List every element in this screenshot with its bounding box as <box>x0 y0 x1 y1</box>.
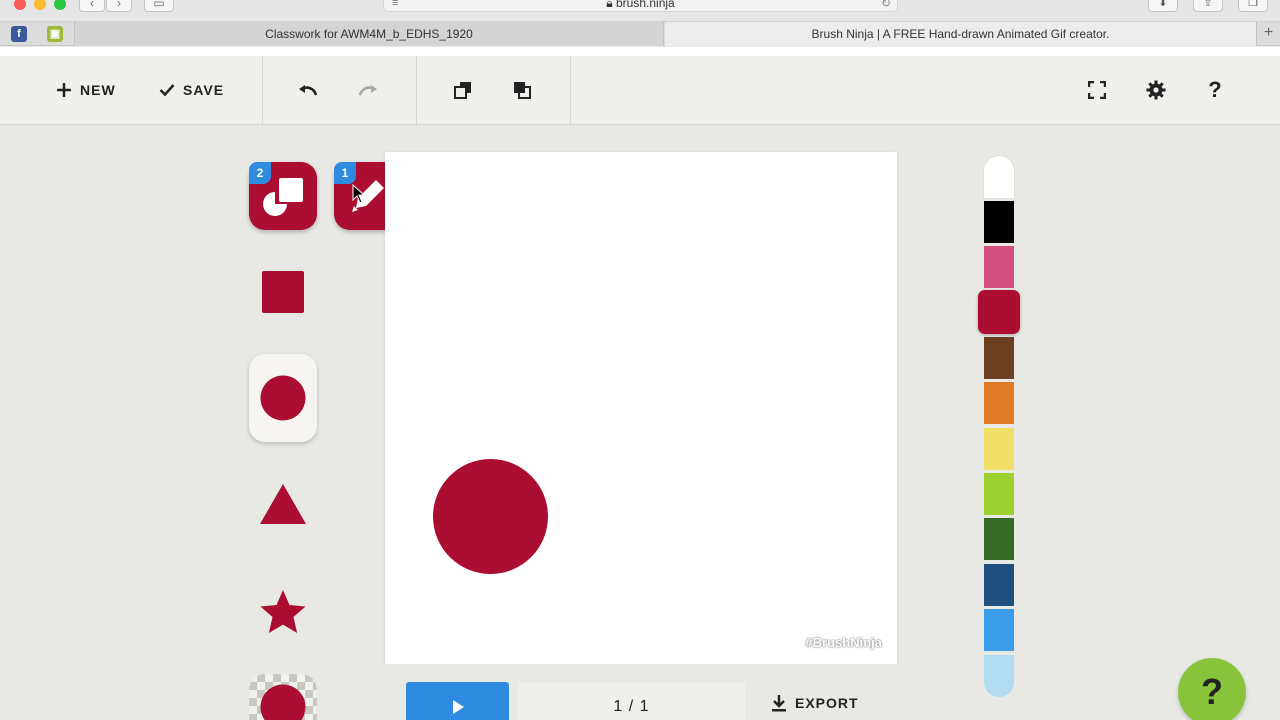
color-swatch-orange[interactable] <box>984 382 1014 424</box>
color-swatch-light-blue[interactable] <box>984 655 1014 697</box>
browser-titlebar: ‹ › ▭ ≡ 🔒︎ brush.ninja ↻ ⬇ ⇧ ❐ <box>0 0 1280 22</box>
browser-tabbar: f ▣ Classwork for AWM4M_b_EDHS_1920 Brus… <box>0 22 1280 46</box>
square-icon <box>262 271 304 313</box>
send-backward-button[interactable] <box>445 56 481 124</box>
shortcut-badge: 2 <box>249 162 271 184</box>
close-window-button[interactable] <box>14 0 26 10</box>
circle-icon <box>260 375 306 421</box>
color-swatch-lime[interactable] <box>984 473 1014 515</box>
shape-square-button[interactable] <box>249 248 317 336</box>
shape-circle-button[interactable] <box>249 354 317 442</box>
star-icon <box>260 590 306 633</box>
shape-transparent-circle-button[interactable] <box>249 674 317 720</box>
reload-icon[interactable]: ↻ <box>881 0 891 13</box>
tab-classwork[interactable]: Classwork for AWM4M_b_EDHS_1920 <box>74 22 664 46</box>
watermark: #BrushNinja <box>805 635 882 650</box>
undo-button[interactable] <box>290 56 326 124</box>
plus-icon <box>57 83 71 97</box>
canvas-circle-shape[interactable] <box>433 459 548 574</box>
shapes-tool-button[interactable]: 2 <box>249 162 317 230</box>
new-button[interactable]: NEW <box>56 56 116 124</box>
tabs-overview-icon[interactable]: ❐ <box>1238 0 1268 12</box>
address-text: brush.ninja <box>616 0 675 10</box>
tab-brush-ninja[interactable]: Brush Ninja | A FREE Hand-drawn Animated… <box>665 22 1256 46</box>
bring-forward-icon <box>514 82 531 99</box>
color-swatch-yellow[interactable] <box>984 428 1014 470</box>
reader-icon[interactable]: ≡ <box>392 0 398 13</box>
play-button[interactable] <box>406 682 509 720</box>
share-icon[interactable]: ⇧ <box>1193 0 1223 12</box>
play-icon <box>452 700 464 714</box>
header-divider <box>416 56 417 124</box>
back-button[interactable]: ‹ <box>79 0 105 12</box>
help-icon[interactable]: ? <box>1197 56 1233 124</box>
color-swatch-pink[interactable] <box>984 246 1014 288</box>
save-label: SAVE <box>183 82 225 98</box>
facebook-favicon-icon[interactable]: f <box>11 26 27 42</box>
color-swatch-crimson[interactable] <box>978 290 1020 334</box>
undo-icon <box>299 85 318 96</box>
classroom-favicon-icon[interactable]: ▣ <box>47 26 63 42</box>
export-button[interactable]: EXPORT <box>771 694 859 712</box>
app-header: NEW SAVE ? <box>0 56 1280 125</box>
bring-forward-button[interactable] <box>504 56 540 124</box>
shape-star-button[interactable] <box>249 568 317 656</box>
address-bar[interactable]: ≡ 🔒︎ brush.ninja ↻ <box>383 0 898 12</box>
gear-icon <box>1146 80 1166 100</box>
help-fab-button[interactable]: ? <box>1178 658 1246 720</box>
download-icon <box>772 695 786 712</box>
frame-indicator[interactable]: 1 / 1 <box>518 682 745 720</box>
app-top-strip <box>0 47 1280 56</box>
export-label: EXPORT <box>795 695 859 711</box>
color-swatch-green[interactable] <box>984 518 1014 560</box>
color-swatch-navy[interactable] <box>984 564 1014 606</box>
header-divider <box>570 56 571 124</box>
redo-button[interactable] <box>350 56 386 124</box>
mouse-cursor-icon <box>352 184 366 204</box>
color-swatch-brown[interactable] <box>984 337 1014 379</box>
shortcut-badge: 1 <box>334 162 356 184</box>
shape-triangle-button[interactable] <box>249 460 317 548</box>
fullscreen-button[interactable] <box>1079 56 1115 124</box>
checkmark-icon <box>159 84 175 97</box>
redo-icon <box>358 85 377 96</box>
forward-button[interactable]: › <box>106 0 132 12</box>
send-backward-icon <box>454 82 471 99</box>
triangle-icon <box>260 484 306 524</box>
color-swatch-black[interactable] <box>984 201 1014 243</box>
drawing-canvas[interactable]: #BrushNinja <box>385 152 897 664</box>
new-tab-button[interactable]: + <box>1256 22 1280 46</box>
lock-icon: 🔒︎ <box>606 0 616 10</box>
save-button[interactable]: SAVE <box>159 56 224 124</box>
header-divider <box>262 56 263 124</box>
minimize-window-button[interactable] <box>34 0 46 10</box>
settings-button[interactable] <box>1138 56 1174 124</box>
download-icon[interactable]: ⬇ <box>1148 0 1178 12</box>
zoom-window-button[interactable] <box>54 0 66 10</box>
new-label: NEW <box>80 82 116 98</box>
playback-bar: 1 / 1 EXPORT <box>385 664 897 720</box>
sidebar-icon[interactable]: ▭ <box>144 0 174 12</box>
color-swatch-white[interactable] <box>984 156 1014 198</box>
fullscreen-icon <box>1088 81 1106 99</box>
color-swatch-blue[interactable] <box>984 609 1014 651</box>
circle-icon <box>260 684 306 720</box>
